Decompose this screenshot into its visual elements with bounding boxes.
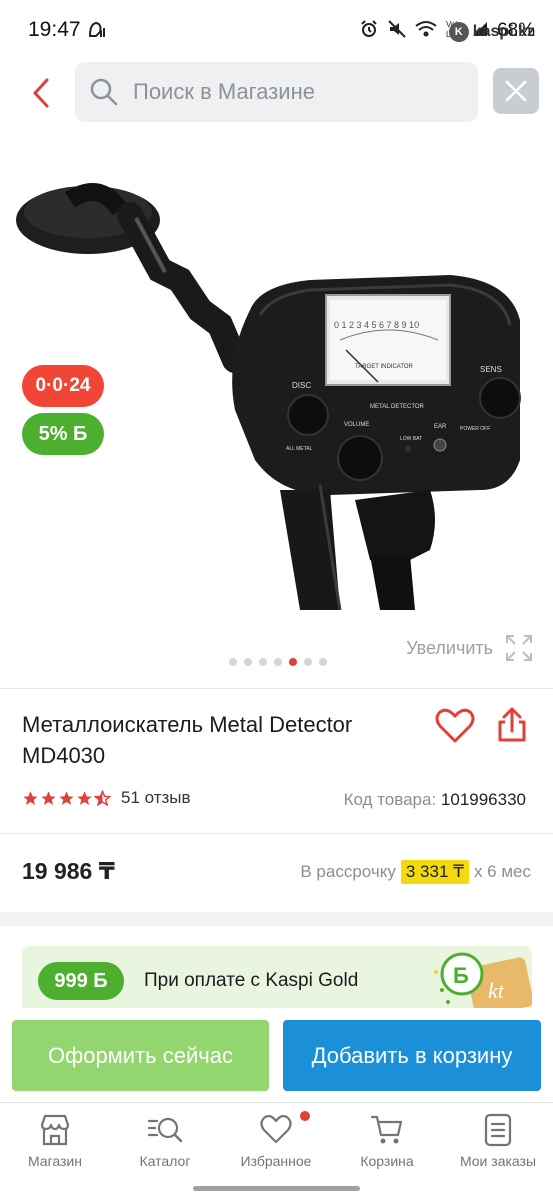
review-count[interactable]: 51 отзыв (121, 788, 191, 808)
rating-stars (22, 789, 111, 807)
notification-icon (86, 20, 106, 45)
zoom-label: Увеличить (406, 637, 493, 658)
svg-text:kt: kt (488, 978, 505, 1003)
product-title: Металлоискатель Metal Detector MD4030 (22, 712, 353, 768)
kaspi-overlay: K kaspi.kz (448, 22, 535, 42)
svg-text:LOW BAT: LOW BAT (400, 436, 422, 442)
nav-label: Корзина (360, 1153, 414, 1169)
cart-icon (370, 1115, 403, 1144)
home-indicator[interactable] (193, 1186, 360, 1191)
kaspi-gold-card-icon: kt Б (434, 952, 532, 1016)
alarm-icon (359, 19, 379, 44)
gold-text: При оплате с Kaspi Gold (144, 970, 359, 991)
share-button[interactable] (496, 707, 530, 745)
catalog-search-icon (147, 1117, 183, 1143)
sku-value: 101996330 (440, 790, 526, 809)
nav-label: Магазин (27, 1153, 82, 1169)
gallery-dot-active[interactable] (289, 658, 297, 666)
nav-label: Мои заказы (459, 1153, 537, 1169)
svg-text:ALL METAL: ALL METAL (286, 446, 313, 452)
favorite-button[interactable] (435, 708, 475, 746)
star-icon (41, 790, 56, 805)
nav-item-cart[interactable]: Корзина (332, 1113, 442, 1169)
section-separator (0, 912, 553, 926)
checkout-button[interactable]: Оформить сейчас (12, 1020, 269, 1091)
search-icon (90, 78, 118, 106)
gallery-dot[interactable] (229, 658, 237, 666)
installment-badge: 0·0·24 (22, 365, 104, 407)
star-icon (23, 790, 38, 805)
chevron-left-icon (33, 78, 49, 108)
back-button[interactable] (22, 74, 60, 112)
search-header (0, 62, 553, 124)
star-icon (59, 790, 74, 805)
installment-amount: 3 331 ₸ (400, 860, 469, 884)
svg-text:VOLUME: VOLUME (344, 422, 369, 428)
close-icon (505, 80, 527, 102)
svg-text:POWER OFF: POWER OFF (460, 426, 490, 432)
divider (0, 688, 553, 689)
gallery-dot[interactable] (274, 658, 282, 666)
star-icon (77, 790, 92, 805)
svg-text:METAL DETECTOR: METAL DETECTOR (370, 404, 425, 410)
mute-icon (387, 19, 407, 44)
nav-item-store[interactable]: Магазин (0, 1113, 110, 1169)
installment-info: В рассрочку 3 331 ₸ x 6 мес (300, 860, 531, 884)
heart-icon (260, 1114, 292, 1144)
expand-icon (506, 635, 532, 661)
status-time: 19:47 (28, 18, 81, 41)
kaspi-gold-banner[interactable]: 999 Б При оплате с Kaspi Gold kt Б (22, 946, 532, 1016)
gallery-dot[interactable] (244, 658, 252, 666)
gallery-dot[interactable] (304, 658, 312, 666)
installment-suffix: x 6 мес (473, 862, 531, 881)
svg-text:TARGET INDICATOR: TARGET INDICATOR (355, 364, 414, 370)
product-sku: Код товара: 101996330 (344, 790, 526, 810)
share-icon (498, 707, 526, 742)
installment-prefix: В рассрочку (300, 862, 396, 881)
svg-text:Б: Б (453, 963, 469, 988)
nav-item-catalog[interactable]: Каталог (110, 1113, 220, 1169)
wifi-icon (415, 20, 437, 43)
status-bar: 19:47 Vo)LTE 68% K kaspi.kz (0, 0, 553, 62)
bonus-badge: 5% Б (22, 413, 104, 455)
sku-label: Код товара: (343, 790, 437, 809)
gallery-dot[interactable] (319, 658, 327, 666)
product-price: 19 986 ₸ (22, 858, 115, 884)
search-bar[interactable] (75, 62, 478, 122)
overlay-text: kaspi.kz (472, 23, 535, 40)
svg-text:DISC: DISC (292, 381, 311, 390)
star-half-icon (94, 789, 111, 806)
orders-list-icon (484, 1113, 512, 1147)
zoom-button[interactable]: Увеличить (406, 634, 533, 662)
gallery-dot[interactable] (259, 658, 267, 666)
notification-dot (300, 1111, 310, 1121)
nav-label: Избранное (240, 1153, 312, 1169)
heart-icon (435, 708, 475, 743)
close-button[interactable] (493, 68, 539, 114)
divider (0, 833, 553, 834)
gold-bonus-badge: 999 Б (38, 962, 124, 1000)
rating-row[interactable]: 51 отзыв (22, 788, 191, 808)
nav-label: Каталог (139, 1153, 191, 1169)
nav-item-favorites[interactable]: Избранное (221, 1111, 331, 1169)
kaspi-logo-icon: K (448, 22, 469, 42)
product-gallery[interactable]: 0 1 2 3 4 5 6 7 8 9 10 TARGET INDICATOR … (0, 140, 553, 680)
svg-text:SENS: SENS (480, 365, 502, 374)
search-input[interactable] (133, 79, 453, 105)
store-icon (40, 1114, 70, 1146)
svg-text:EAR: EAR (434, 424, 447, 430)
add-to-cart-button[interactable]: Добавить в корзину (283, 1020, 541, 1091)
nav-item-orders[interactable]: Мои заказы (443, 1113, 553, 1169)
gallery-pagination (229, 658, 327, 666)
svg-text:0 1 2 3 4 5 6 7 8 9 10: 0 1 2 3 4 5 6 7 8 9 10 (334, 320, 419, 330)
action-bar: Оформить сейчас Добавить в корзину (0, 1008, 553, 1100)
